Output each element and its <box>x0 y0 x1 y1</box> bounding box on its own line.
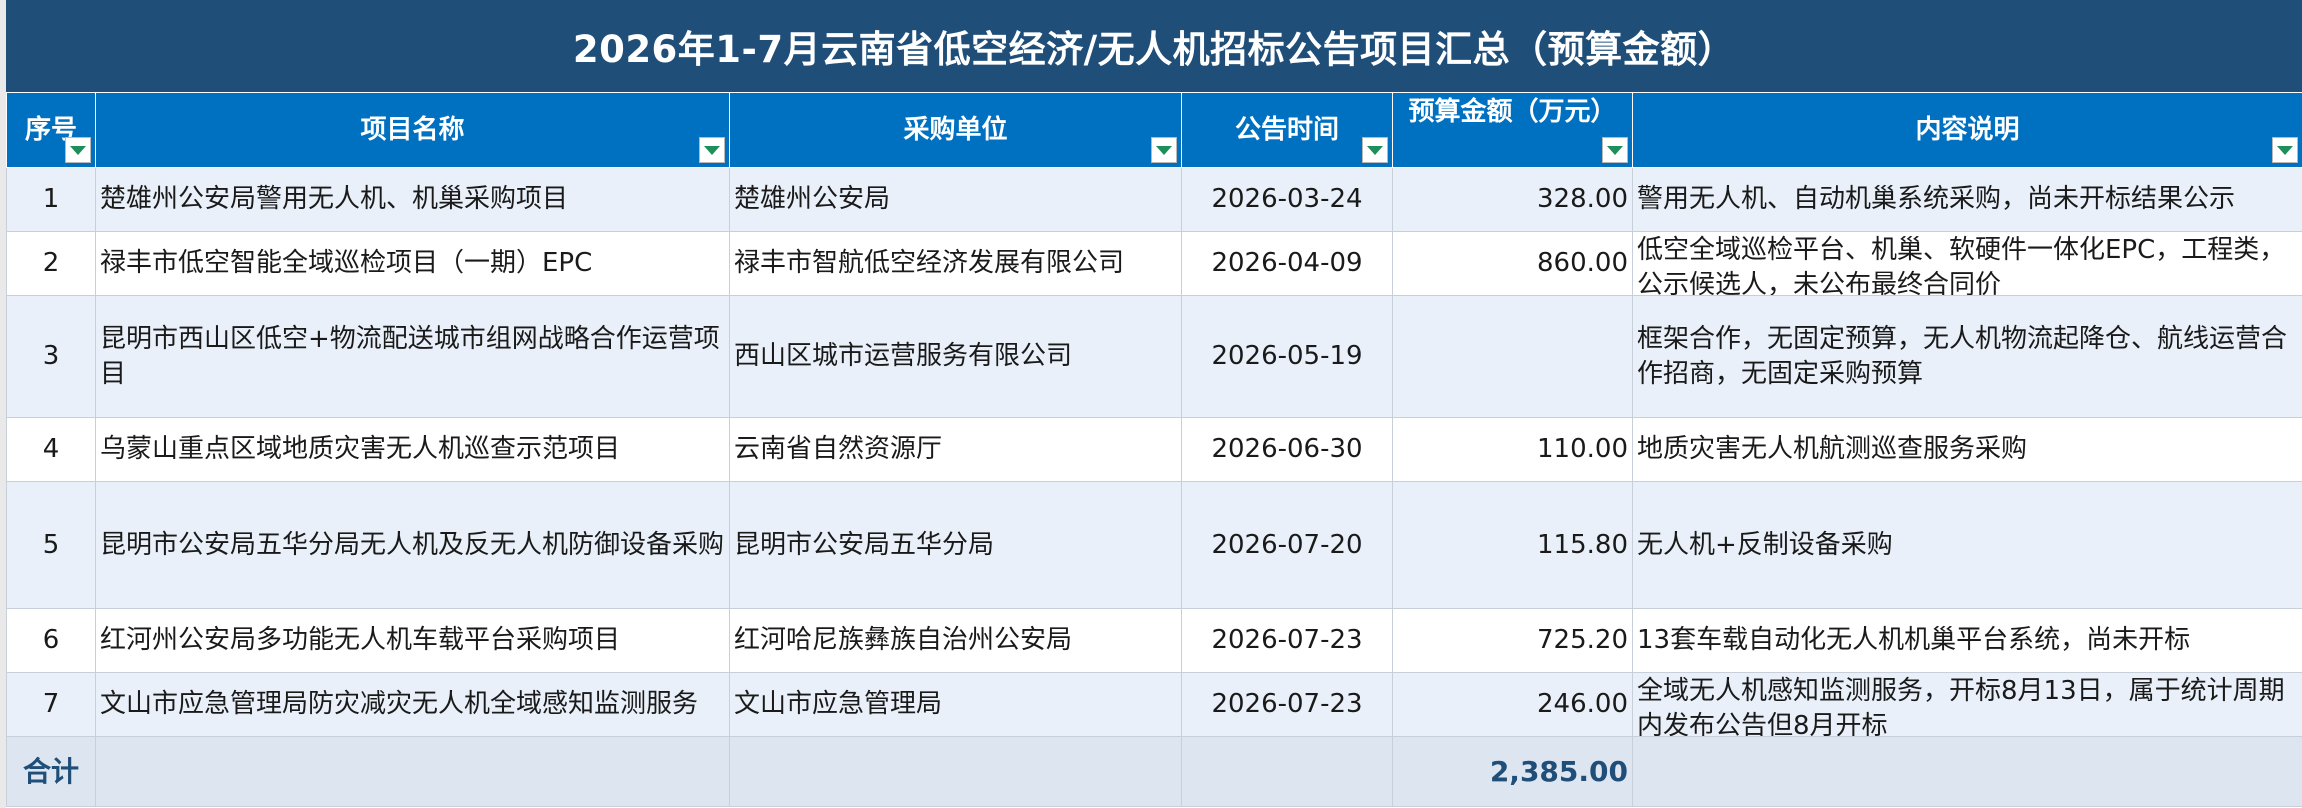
cell-project-name[interactable]: 昆明市西山区低空+物流配送城市组网战略合作运营项目 <box>95 295 730 418</box>
cell-date[interactable]: 2026-07-23 <box>1181 672 1393 737</box>
cell-project-name[interactable]: 红河州公安局多功能无人机车载平台采购项目 <box>95 608 730 673</box>
cell-no[interactable]: 5 <box>6 481 96 609</box>
cell-date[interactable]: 2026-04-09 <box>1181 231 1393 296</box>
cell-budget[interactable]: 115.80 <box>1392 481 1633 609</box>
table-row: 6 红河州公安局多功能无人机车载平台采购项目 红河哈尼族彝族自治州公安局 202… <box>6 608 2302 673</box>
total-label[interactable]: 合计 <box>6 736 96 807</box>
cell-budget[interactable]: 860.00 <box>1392 231 1633 296</box>
cell-buyer[interactable]: 楚雄州公安局 <box>729 167 1182 232</box>
cell-text: 文山市应急管理局 <box>734 689 943 719</box>
cell-text: 昆明市西山区低空+物流配送城市组网战略合作运营项目 <box>100 323 720 389</box>
table-row: 3 昆明市西山区低空+物流配送城市组网战略合作运营项目 西山区城市运营服务有限公… <box>6 295 2302 418</box>
cell-date[interactable]: 2026-07-23 <box>1181 608 1393 673</box>
cell-project-name[interactable]: 乌蒙山重点区域地质灾害无人机巡查示范项目 <box>95 417 730 482</box>
spreadsheet: 2026年1-7月云南省低空经济/无人机招标公告项目汇总（预算金额） 序号 项目… <box>0 0 2302 808</box>
column-header-budget[interactable]: 预算金额（万元） <box>1392 92 1633 168</box>
total-empty-cell[interactable] <box>729 736 1182 807</box>
total-empty-cell[interactable] <box>1632 736 2302 807</box>
cell-budget[interactable]: 328.00 <box>1392 167 1633 232</box>
cell-text: 昆明市公安局五华分局无人机及反无人机防御设备采购 <box>100 529 725 560</box>
header-row: 序号 项目名称 采购单位 公告时间 预算金额（万元） 内容说明 <box>6 92 2302 168</box>
cell-no[interactable]: 3 <box>6 295 96 418</box>
cell-no[interactable]: 6 <box>6 608 96 673</box>
cell-budget[interactable]: 110.00 <box>1392 417 1633 482</box>
cell-text: 红河哈尼族彝族自治州公安局 <box>734 625 1073 655</box>
cell-text: 禄丰市低空智能全域巡检项目（一期）EPC <box>100 248 593 278</box>
cell-text: 西山区城市运营服务有限公司 <box>734 341 1073 371</box>
cell-text: 楚雄州公安局警用无人机、机巢采购项目 <box>100 184 569 214</box>
cell-description[interactable]: 无人机+反制设备采购 <box>1632 481 2302 609</box>
column-header-date[interactable]: 公告时间 <box>1181 92 1393 168</box>
cell-description[interactable]: 地质灾害无人机航测巡查服务采购 <box>1632 417 2302 482</box>
filter-dropdown-icon[interactable] <box>1602 137 1628 163</box>
table-row: 2 禄丰市低空智能全域巡检项目（一期）EPC 禄丰市智航低空经济发展有限公司 2… <box>6 231 2302 296</box>
cell-text: 文山市应急管理局防灾减灾无人机全域感知监测服务 <box>100 689 699 719</box>
column-header-label: 项目名称 <box>360 114 465 145</box>
cell-buyer[interactable]: 文山市应急管理局 <box>729 672 1182 737</box>
column-header-label: 采购单位 <box>903 114 1008 145</box>
cell-text: 全域无人机感知监测服务，开标8月13日，属于统计周期内发布公告但8月开标 <box>1637 675 2285 736</box>
total-empty-cell[interactable] <box>95 736 730 807</box>
total-value[interactable]: 2,385.00 <box>1392 736 1633 807</box>
cell-text: 13套车载自动化无人机机巢平台系统，尚未开标 <box>1637 625 2191 655</box>
filter-dropdown-icon[interactable] <box>1151 137 1177 163</box>
cell-text: 无人机+反制设备采购 <box>1637 529 1893 560</box>
cell-buyer[interactable]: 西山区城市运营服务有限公司 <box>729 295 1182 418</box>
data-table: 序号 项目名称 采购单位 公告时间 预算金额（万元） 内容说明 1 楚雄州公安局… <box>6 92 2302 807</box>
cell-budget[interactable]: 246.00 <box>1392 672 1633 737</box>
cell-text: 红河州公安局多功能无人机车载平台采购项目 <box>100 625 621 655</box>
cell-project-name[interactable]: 文山市应急管理局防灾减灾无人机全域感知监测服务 <box>95 672 730 737</box>
cell-buyer[interactable]: 昆明市公安局五华分局 <box>729 481 1182 609</box>
total-row: 合计 2,385.00 <box>6 736 2302 807</box>
filter-dropdown-icon[interactable] <box>2272 137 2298 163</box>
cell-description[interactable]: 框架合作，无固定预算，无人机物流起降仓、航线运营合作招商，无固定采购预算 <box>1632 295 2302 418</box>
column-header-label: 预算金额（万元） <box>1408 97 1617 127</box>
cell-description[interactable]: 全域无人机感知监测服务，开标8月13日，属于统计周期内发布公告但8月开标 <box>1632 672 2302 737</box>
column-header-buyer[interactable]: 采购单位 <box>729 92 1182 168</box>
cell-no[interactable]: 1 <box>6 167 96 232</box>
cell-budget[interactable]: 725.20 <box>1392 608 1633 673</box>
cell-text: 楚雄州公安局 <box>734 184 891 214</box>
filter-dropdown-icon[interactable] <box>65 137 91 163</box>
cell-no[interactable]: 4 <box>6 417 96 482</box>
cell-text: 乌蒙山重点区域地质灾害无人机巡查示范项目 <box>100 434 621 464</box>
filter-dropdown-icon[interactable] <box>699 137 725 163</box>
cell-project-name[interactable]: 楚雄州公安局警用无人机、机巢采购项目 <box>95 167 730 232</box>
cell-description[interactable]: 低空全域巡检平台、机巢、软硬件一体化EPC，工程类，公示候选人，未公布最终合同价 <box>1632 231 2302 296</box>
cell-buyer[interactable]: 禄丰市智航低空经济发展有限公司 <box>729 231 1182 296</box>
cell-project-name[interactable]: 禄丰市低空智能全域巡检项目（一期）EPC <box>95 231 730 296</box>
total-empty-cell[interactable] <box>1181 736 1393 807</box>
table-row: 1 楚雄州公安局警用无人机、机巢采购项目 楚雄州公安局 2026-03-24 3… <box>6 167 2302 232</box>
table-row: 4 乌蒙山重点区域地质灾害无人机巡查示范项目 云南省自然资源厅 2026-06-… <box>6 417 2302 482</box>
cell-no[interactable]: 2 <box>6 231 96 296</box>
cell-budget[interactable] <box>1392 295 1633 418</box>
cell-date[interactable]: 2026-06-30 <box>1181 417 1393 482</box>
cell-text: 地质灾害无人机航测巡查服务采购 <box>1637 434 2028 464</box>
cell-text: 框架合作，无固定预算，无人机物流起降仓、航线运营合作招商，无固定采购预算 <box>1637 323 2288 389</box>
column-header-project-name[interactable]: 项目名称 <box>95 92 730 168</box>
cell-description[interactable]: 13套车载自动化无人机机巢平台系统，尚未开标 <box>1632 608 2302 673</box>
cell-no[interactable]: 7 <box>6 672 96 737</box>
cell-text: 云南省自然资源厅 <box>734 434 943 464</box>
cell-buyer[interactable]: 云南省自然资源厅 <box>729 417 1182 482</box>
column-header-label: 公告时间 <box>1234 114 1339 145</box>
table-row: 7 文山市应急管理局防灾减灾无人机全域感知监测服务 文山市应急管理局 2026-… <box>6 672 2302 737</box>
cell-date[interactable]: 2026-07-20 <box>1181 481 1393 609</box>
cell-description[interactable]: 警用无人机、自动机巢系统采购，尚未开标结果公示 <box>1632 167 2302 232</box>
cell-text: 昆明市公安局五华分局 <box>734 529 995 560</box>
cell-text: 警用无人机、自动机巢系统采购，尚未开标结果公示 <box>1637 184 2236 214</box>
cell-text: 禄丰市智航低空经济发展有限公司 <box>734 248 1125 278</box>
cell-text: 低空全域巡检平台、机巢、软硬件一体化EPC，工程类，公示候选人，未公布最终合同价 <box>1637 234 2286 295</box>
filter-dropdown-icon[interactable] <box>1362 137 1388 163</box>
sheet-title: 2026年1-7月云南省低空经济/无人机招标公告项目汇总（预算金额） <box>6 0 2302 92</box>
table-row: 5 昆明市公安局五华分局无人机及反无人机防御设备采购 昆明市公安局五华分局 20… <box>6 481 2302 609</box>
cell-buyer[interactable]: 红河哈尼族彝族自治州公安局 <box>729 608 1182 673</box>
cell-date[interactable]: 2026-05-19 <box>1181 295 1393 418</box>
column-header-label: 内容说明 <box>1915 114 2020 145</box>
column-header-no[interactable]: 序号 <box>6 92 96 168</box>
cell-project-name[interactable]: 昆明市公安局五华分局无人机及反无人机防御设备采购 <box>95 481 730 609</box>
column-header-description[interactable]: 内容说明 <box>1632 92 2302 168</box>
cell-date[interactable]: 2026-03-24 <box>1181 167 1393 232</box>
